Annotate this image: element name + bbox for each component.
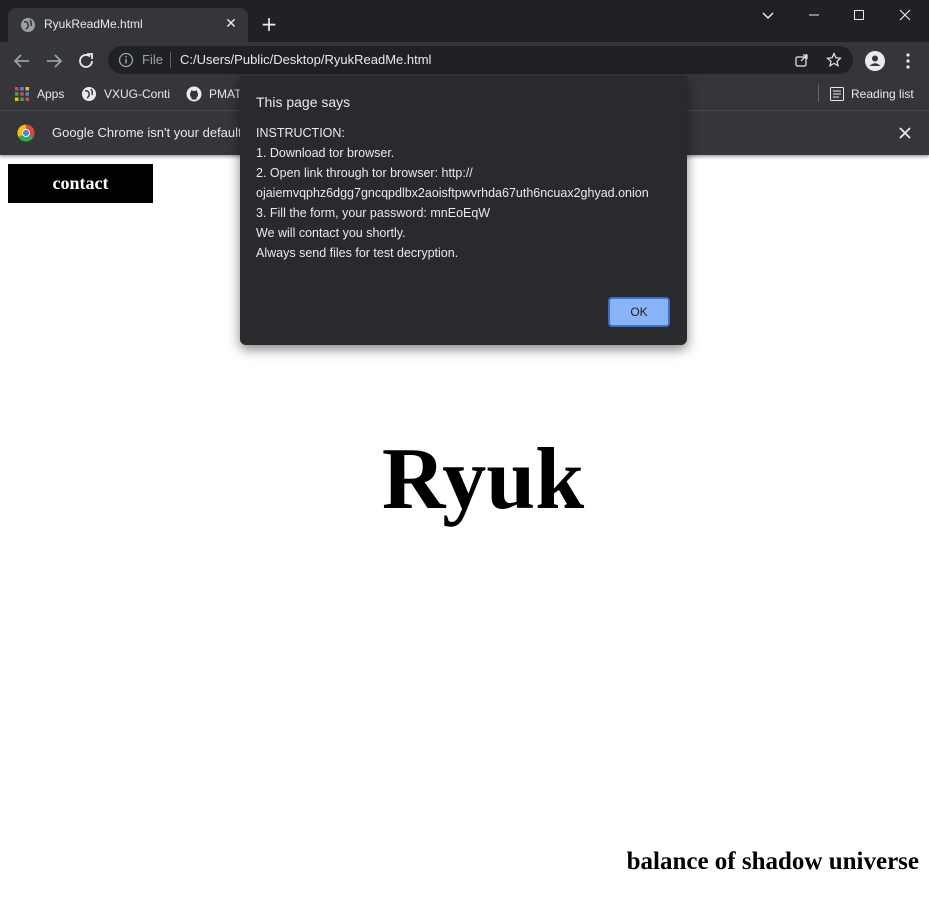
tab-ryukreadme[interactable]: RyukReadMe.html ✕ xyxy=(8,8,248,42)
browser-toolbar: File C:/Users/Public/Desktop/RyukReadMe.… xyxy=(0,42,929,78)
url-text[interactable]: C:/Users/Public/Desktop/RyukReadMe.html xyxy=(180,52,431,67)
scheme-label: File xyxy=(142,52,163,67)
ok-button[interactable]: OK xyxy=(608,297,670,327)
forward-arrow-icon[interactable] xyxy=(43,50,65,72)
bookmark-vxug-conti[interactable]: VXUG-Conti xyxy=(81,84,170,104)
new-tab-button[interactable]: + xyxy=(258,14,280,36)
reading-list-icon xyxy=(830,87,844,101)
bookmark-label: VXUG-Conti xyxy=(104,87,171,101)
bookmark-apps[interactable]: Apps xyxy=(14,84,64,104)
address-bar[interactable]: File C:/Users/Public/Desktop/RyukReadMe.… xyxy=(108,46,853,74)
tab-close-icon[interactable]: ✕ xyxy=(222,15,240,33)
globe-icon xyxy=(21,18,35,32)
bookmark-pmat[interactable]: PMAT xyxy=(186,84,241,104)
bookmark-star-icon[interactable] xyxy=(826,52,842,68)
reading-list-button[interactable]: Reading list xyxy=(830,84,914,104)
tab-title: RyukReadMe.html xyxy=(44,17,143,31)
reload-icon[interactable] xyxy=(75,50,97,72)
share-icon[interactable] xyxy=(794,52,810,68)
minimize-icon[interactable] xyxy=(803,4,825,26)
dialog-line: We will contact you shortly. xyxy=(256,226,406,240)
more-menu-icon[interactable] xyxy=(898,50,918,72)
chevron-down-icon[interactable] xyxy=(758,6,778,26)
dialog-line: INSTRUCTION: xyxy=(256,126,345,140)
bookmarks-divider xyxy=(818,84,819,102)
globe-icon xyxy=(82,87,96,101)
address-divider xyxy=(170,52,171,68)
dialog-title: This page says xyxy=(256,94,351,110)
apps-grid-icon xyxy=(15,87,29,101)
window-close-icon[interactable] xyxy=(894,4,916,26)
dialog-line: Always send files for test decryption. xyxy=(256,246,459,260)
dialog-message: INSTRUCTION: 1. Download tor browser. 2.… xyxy=(256,123,681,263)
infobar-message: Google Chrome isn't your default xyxy=(52,125,242,140)
dialog-line: ojaiemvqphz6dgg7gncqpdlbx2aoisftpwvrhda6… xyxy=(256,186,649,200)
bookmark-label: Apps xyxy=(37,87,65,101)
reading-list-label: Reading list xyxy=(851,87,914,101)
bookmark-label: PMAT xyxy=(209,87,242,101)
close-icon[interactable] xyxy=(896,124,914,142)
page-heading: Ryuk xyxy=(381,431,585,528)
dialog-line: 3. Fill the form, your password: mnEoEqW xyxy=(256,206,491,220)
profile-avatar-icon[interactable] xyxy=(864,50,886,72)
contact-button[interactable]: contact xyxy=(8,164,153,203)
info-icon[interactable] xyxy=(118,52,134,68)
dialog-line: 1. Download tor browser. xyxy=(256,146,395,160)
alert-dialog: This page says INSTRUCTION: 1. Download … xyxy=(240,76,687,345)
footer-text: balance of shadow universe xyxy=(626,848,919,875)
tab-strip: RyukReadMe.html ✕ + xyxy=(0,0,929,42)
chrome-logo-icon xyxy=(17,124,35,142)
dialog-line: 2. Open link through tor browser: http:/… xyxy=(256,166,473,180)
github-icon xyxy=(186,86,202,102)
back-arrow-icon[interactable] xyxy=(11,50,33,72)
maximize-icon[interactable] xyxy=(848,4,870,26)
